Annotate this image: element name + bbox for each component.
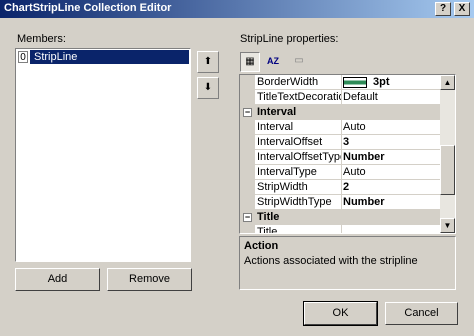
grid-row[interactable]: IntervalOffsetType Number: [240, 150, 440, 165]
window-title: ChartStripLine Collection Editor: [4, 2, 172, 14]
alphabetical-icon[interactable]: AZ: [263, 52, 283, 72]
category-title[interactable]: − Title: [240, 210, 440, 225]
color-swatch-icon: [343, 76, 367, 88]
property-value[interactable]: Number: [343, 196, 439, 208]
grid-row[interactable]: BorderWidth 3pt: [240, 75, 440, 90]
grid-row[interactable]: TitleTextDecoratio Default: [240, 90, 440, 105]
grid-row[interactable]: StripWidth 2: [240, 180, 440, 195]
title-bar[interactable]: ChartStripLine Collection Editor ? X: [0, 0, 474, 18]
grid-row[interactable]: StripWidthType Number: [240, 195, 440, 210]
category-label: Interval: [257, 106, 297, 118]
list-item-index: 0: [18, 51, 28, 63]
help-title: Action: [244, 240, 279, 252]
property-name: Interval: [257, 121, 294, 133]
property-name: IntervalOffset: [257, 136, 323, 148]
cancel-button[interactable]: Cancel: [385, 302, 458, 325]
property-name: IntervalType: [257, 166, 317, 178]
move-up-button[interactable]: ⬆: [197, 51, 219, 73]
collapse-icon[interactable]: −: [243, 108, 252, 117]
scroll-up-icon[interactable]: ▲: [440, 75, 455, 90]
arrow-up-icon: ⬆: [203, 56, 213, 67]
list-item[interactable]: 0 StripLine: [17, 50, 189, 64]
collapse-icon[interactable]: −: [243, 213, 252, 222]
close-button[interactable]: X: [454, 2, 470, 16]
property-value[interactable]: Auto: [343, 166, 439, 178]
scroll-thumb[interactable]: [440, 145, 455, 195]
scroll-down-icon[interactable]: ▼: [440, 218, 455, 233]
help-button[interactable]: ?: [435, 2, 451, 16]
move-down-button[interactable]: ⬇: [197, 77, 219, 99]
categorized-icon[interactable]: ▦: [240, 52, 260, 72]
property-value[interactable]: Auto: [343, 121, 439, 133]
property-value[interactable]: Default: [343, 91, 439, 103]
members-list[interactable]: 0 StripLine: [15, 48, 191, 262]
property-name: StripWidthType: [257, 196, 332, 208]
list-item-name: StripLine: [30, 50, 189, 64]
property-name: IntervalOffsetType: [257, 151, 341, 163]
ok-button[interactable]: OK: [303, 301, 378, 326]
category-label: Title: [257, 211, 280, 223]
property-help-panel: Action Actions associated with the strip…: [239, 236, 456, 290]
grid-row[interactable]: Title: [240, 225, 440, 234]
members-label: Members:: [17, 33, 66, 45]
property-value[interactable]: 3pt: [343, 76, 439, 88]
property-name: TitleTextDecoratio: [257, 91, 341, 103]
property-name: Title: [257, 226, 278, 234]
property-grid[interactable]: BorderWidth 3pt TitleTextDecoratio Defau…: [239, 74, 456, 234]
grid-row[interactable]: IntervalType Auto: [240, 165, 440, 180]
property-name: BorderWidth: [257, 76, 319, 88]
add-button[interactable]: Add: [15, 268, 100, 291]
category-interval[interactable]: − Interval: [240, 105, 440, 120]
grid-scrollbar[interactable]: ▲ ▼: [440, 75, 455, 233]
property-value[interactable]: 3: [343, 136, 439, 148]
properties-label: StripLine properties:: [240, 33, 339, 45]
grid-row[interactable]: IntervalOffset 3: [240, 135, 440, 150]
property-pages-icon[interactable]: ▭: [289, 52, 309, 72]
property-name: StripWidth: [257, 181, 308, 193]
collection-editor-window: ChartStripLine Collection Editor ? X Mem…: [0, 0, 474, 336]
help-description: Actions associated with the stripline: [244, 255, 418, 267]
property-value[interactable]: Number: [343, 151, 439, 163]
remove-button[interactable]: Remove: [107, 268, 192, 291]
grid-row[interactable]: Interval Auto: [240, 120, 440, 135]
property-value[interactable]: 2: [343, 181, 439, 193]
arrow-down-icon: ⬇: [203, 82, 213, 93]
